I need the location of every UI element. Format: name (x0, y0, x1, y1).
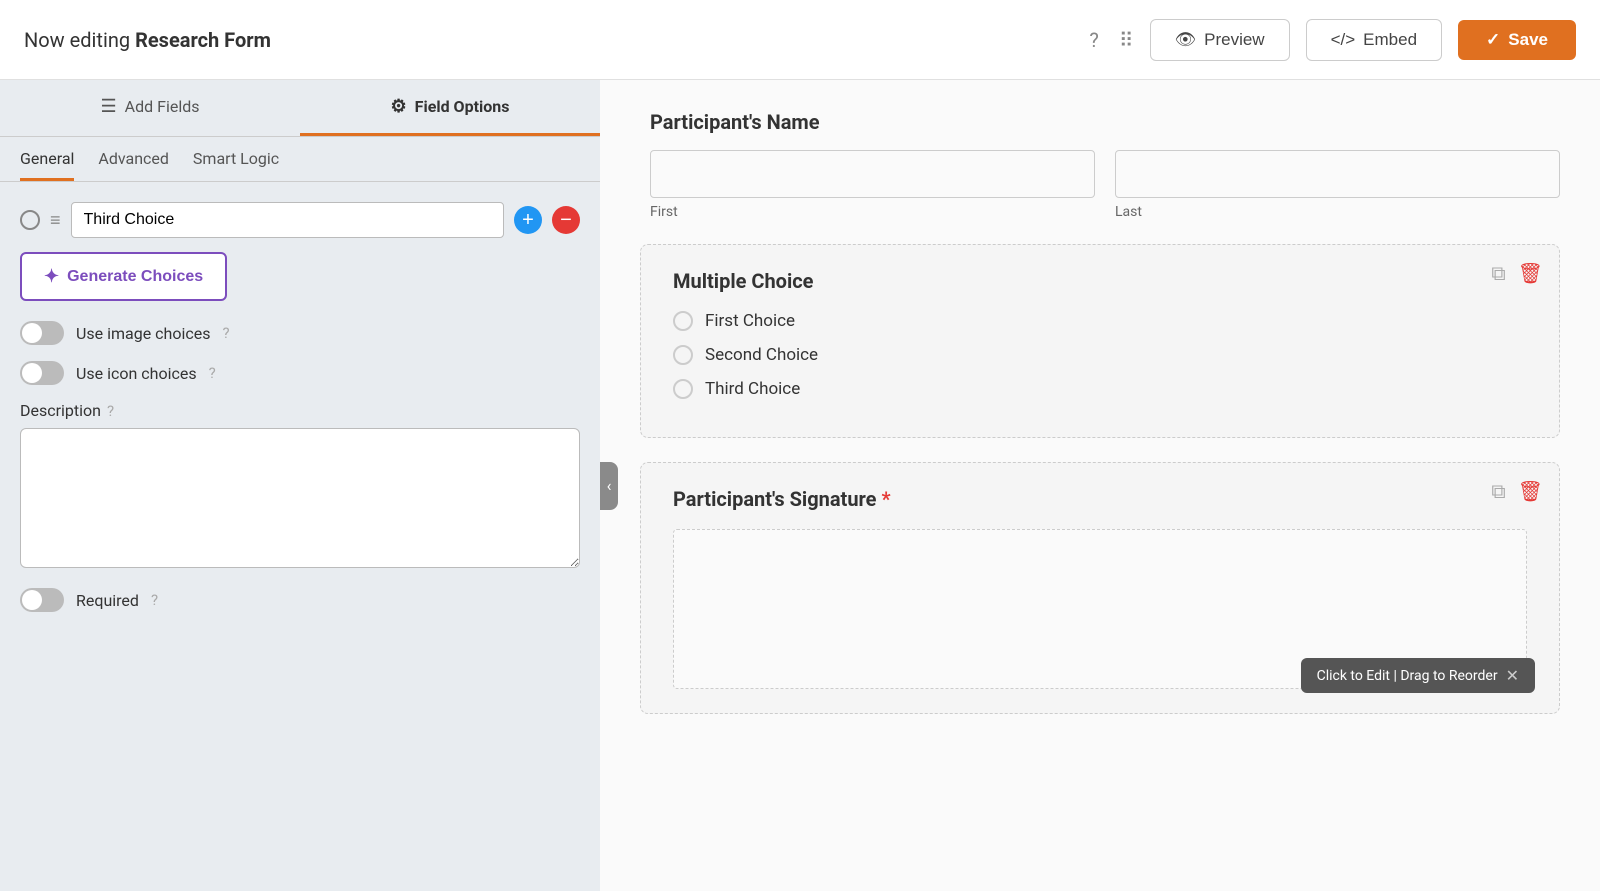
tooltip: Click to Edit | Drag to Reorder ✕ (1301, 658, 1535, 693)
sig-title: Participant's Signature * (673, 487, 1527, 511)
tab-add-fields-label: Add Fields (125, 97, 200, 116)
last-name-label: Last (1115, 204, 1560, 220)
use-icon-choices-label: Use icon choices (76, 364, 197, 383)
mc-radio-1[interactable] (673, 311, 693, 331)
first-name-label: First (650, 204, 1095, 220)
sig-required-mark: * (881, 487, 890, 511)
sub-tab-general[interactable]: General (20, 149, 74, 181)
copy-icon[interactable]: ⧉ (1491, 261, 1505, 285)
delete-icon[interactable]: 🗑 (1518, 261, 1543, 285)
tooltip-text: Click to Edit | Drag to Reorder (1317, 668, 1498, 684)
toggle-icon-row: Use icon choices ? (20, 361, 580, 385)
generate-choices-label: Generate Choices (67, 268, 203, 286)
header-title: Now editing Research Form (24, 28, 271, 52)
collapse-handle[interactable]: ‹ (600, 462, 618, 510)
use-image-choices-toggle[interactable] (20, 321, 64, 345)
preview-button[interactable]: 👁 Preview (1150, 19, 1290, 61)
header-title-prefix: Now editing (24, 28, 135, 52)
mc-choice-label-2: Second Choice (705, 345, 818, 365)
header-right: ? ⠿ 👁 Preview </> Embed ✓ Save (1089, 19, 1576, 61)
use-icon-choices-toggle[interactable] (20, 361, 64, 385)
required-row: Required ? (20, 588, 580, 612)
toggle-image-row: Use image choices ? (20, 321, 580, 345)
sub-tab-smart-logic[interactable]: Smart Logic (193, 149, 279, 181)
multiple-choice-section: ⧉ 🗑 Multiple Choice First Choice Second … (640, 244, 1560, 438)
description-help-icon[interactable]: ? (107, 402, 114, 420)
list-icon: ☰ (101, 96, 117, 117)
tab-field-options[interactable]: ⚙ Field Options (300, 80, 600, 136)
mc-choice-label-3: Third Choice (705, 379, 800, 399)
tab-add-fields[interactable]: ☰ Add Fields (0, 80, 300, 136)
main: ☰ Add Fields ⚙ Field Options General Adv… (0, 80, 1600, 891)
participant-name-heading: Participant's Name (650, 110, 1560, 134)
grid-icon[interactable]: ⠿ (1119, 28, 1134, 52)
remove-choice-button[interactable]: − (552, 206, 580, 234)
mc-choice-3: Third Choice (673, 379, 1527, 399)
header: Now editing Research Form ? ⠿ 👁 Preview … (0, 0, 1600, 80)
choice-input[interactable] (71, 202, 504, 238)
eye-icon: 👁 (1175, 30, 1197, 50)
signature-section: ⧉ 🗑 Participant's Signature * Click to E… (640, 462, 1560, 714)
required-label: Required (76, 591, 139, 610)
name-fields: First Last (650, 150, 1560, 220)
mc-radio-2[interactable] (673, 345, 693, 365)
embed-button[interactable]: </> Embed (1306, 19, 1442, 61)
sub-tabs: General Advanced Smart Logic (0, 137, 600, 182)
description-label: Description ? (20, 401, 580, 420)
mc-choice-2: Second Choice (673, 345, 1527, 365)
image-choices-help-icon[interactable]: ? (222, 324, 229, 342)
last-name-input[interactable] (1115, 150, 1560, 198)
mc-choice-1: First Choice (673, 311, 1527, 331)
sig-section-icons: ⧉ 🗑 (1491, 479, 1543, 503)
choice-item: ≡ + − (20, 202, 580, 238)
sparkle-icon: ✦ (44, 266, 59, 287)
sub-tab-advanced[interactable]: Advanced (98, 149, 169, 181)
first-name-input[interactable] (650, 150, 1095, 198)
help-icon[interactable]: ? (1089, 28, 1098, 52)
mc-title: Multiple Choice (673, 269, 1527, 293)
embed-label: Embed (1363, 30, 1417, 50)
mc-radio-3[interactable] (673, 379, 693, 399)
panel-tabs: ☰ Add Fields ⚙ Field Options (0, 80, 600, 137)
generate-choices-button[interactable]: ✦ Generate Choices (20, 252, 227, 301)
required-toggle[interactable] (20, 588, 64, 612)
tooltip-close-icon[interactable]: ✕ (1506, 666, 1519, 685)
header-icons: ? ⠿ (1089, 28, 1133, 52)
icon-choices-help-icon[interactable]: ? (209, 364, 216, 382)
embed-icon: </> (1331, 30, 1356, 50)
use-image-choices-label: Use image choices (76, 324, 210, 343)
right-panel: Participant's Name First Last ⧉ 🗑 Multip… (600, 80, 1600, 891)
sliders-icon: ⚙ (391, 96, 407, 117)
drag-handle-icon[interactable]: ≡ (50, 210, 61, 231)
left-panel: ☰ Add Fields ⚙ Field Options General Adv… (0, 80, 600, 891)
preview-label: Preview (1204, 30, 1264, 50)
chevron-left-icon: ‹ (607, 476, 612, 495)
first-name-field: First (650, 150, 1095, 220)
sig-copy-icon[interactable]: ⧉ (1491, 479, 1505, 503)
panel-content: ≡ + − ✦ Generate Choices Use image choic… (0, 182, 600, 891)
save-label: Save (1508, 30, 1548, 50)
header-title-bold: Research Form (135, 28, 271, 52)
last-name-field: Last (1115, 150, 1560, 220)
add-choice-button[interactable]: + (514, 206, 542, 234)
tab-field-options-label: Field Options (415, 97, 510, 116)
check-icon: ✓ (1486, 30, 1500, 50)
choice-radio (20, 210, 40, 230)
required-help-icon[interactable]: ? (151, 591, 158, 609)
mc-choice-label-1: First Choice (705, 311, 795, 331)
save-button[interactable]: ✓ Save (1458, 20, 1576, 60)
sig-delete-icon[interactable]: 🗑 (1518, 479, 1543, 503)
participant-name-section: Participant's Name First Last (640, 110, 1560, 220)
mc-section-icons: ⧉ 🗑 (1491, 261, 1543, 285)
description-textarea[interactable] (20, 428, 580, 568)
